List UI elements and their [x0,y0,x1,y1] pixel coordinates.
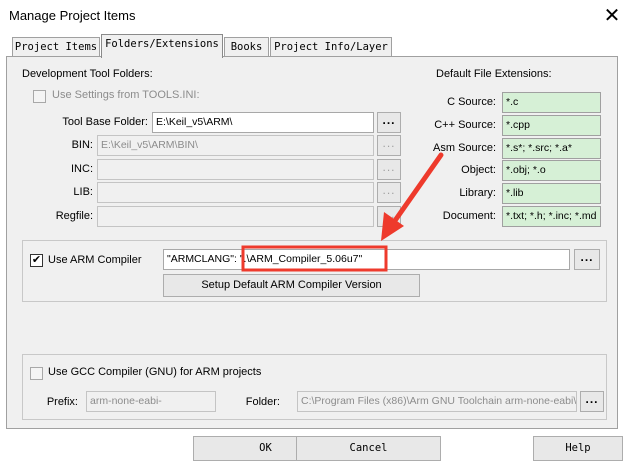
library-input[interactable]: *.lib [502,183,601,204]
dev-tool-folders-label: Development Tool Folders: [22,68,153,80]
setup-default-arm-compiler-button[interactable]: Setup Default ARM Compiler Version [163,274,420,297]
c-source-label: C Source: [447,96,496,108]
object-input[interactable]: *.obj; *.o [502,160,601,181]
bin-browse-button[interactable]: ... [377,135,401,156]
arm-compiler-version-field[interactable]: "ARMCLANG": ".\ARM_Compiler_5.06u7" [163,249,570,270]
lib-browse-button[interactable]: ... [377,182,401,203]
asm-source-label: Asm Source: [433,142,496,154]
use-tools-ini-checkbox[interactable] [33,90,46,103]
tool-base-folder-input[interactable]: E:\Keil_v5\ARM\ [152,112,374,133]
gcc-folder-browse-button[interactable]: ... [580,391,604,412]
arm-compiler-prefix: "ARMCLANG": [167,253,237,265]
use-gcc-compiler-label: Use GCC Compiler (GNU) for ARM projects [48,366,262,378]
lib-label: LIB: [73,186,93,198]
tool-base-folder-label: Tool Base Folder: [62,116,148,128]
help-button[interactable]: Help [533,436,623,461]
gcc-prefix-input[interactable]: arm-none-eabi- [86,391,216,412]
bin-label: BIN: [71,139,93,151]
gcc-prefix-label: Prefix: [46,396,78,408]
use-tools-ini-label: Use Settings from TOOLS.INI: [52,89,200,101]
cancel-button[interactable]: Cancel [296,436,441,461]
inc-input[interactable] [97,159,374,180]
cpp-source-label: C++ Source: [434,119,496,131]
regfile-label: Regfile: [55,210,93,222]
bin-input[interactable]: E:\Keil_v5\ARM\BIN\ [97,135,374,156]
gcc-folder-label: Folder: [245,396,280,408]
lib-input[interactable] [97,182,374,203]
regfile-browse-button[interactable]: ... [377,206,401,227]
document-label: Document: [442,210,496,222]
gcc-folder-input[interactable]: C:\Program Files (x86)\Arm GNU Toolchain… [297,391,577,412]
arm-compiler-value: ".\ARM_Compiler_5.06u7" [239,253,363,265]
object-label: Object: [461,164,496,176]
tool-base-browse-button[interactable]: ... [377,112,401,133]
c-source-input[interactable]: *.c [502,92,601,113]
document-input[interactable]: *.txt; *.h; *.inc; *.md [502,206,601,227]
cpp-source-input[interactable]: *.cpp [502,115,601,136]
inc-browse-button[interactable]: ... [377,159,401,180]
default-extensions-label: Default File Extensions: [436,68,552,80]
library-label: Library: [459,187,496,199]
arm-compiler-browse-button[interactable]: ... [574,249,600,270]
use-arm-compiler-checkbox[interactable]: ✔ [30,254,43,267]
use-arm-compiler-label: Use ARM Compiler [48,254,142,266]
regfile-input[interactable] [97,206,374,227]
inc-label: INC: [71,163,93,175]
use-gcc-compiler-checkbox[interactable] [30,367,43,380]
asm-source-input[interactable]: *.s*; *.src; *.a* [502,138,601,159]
